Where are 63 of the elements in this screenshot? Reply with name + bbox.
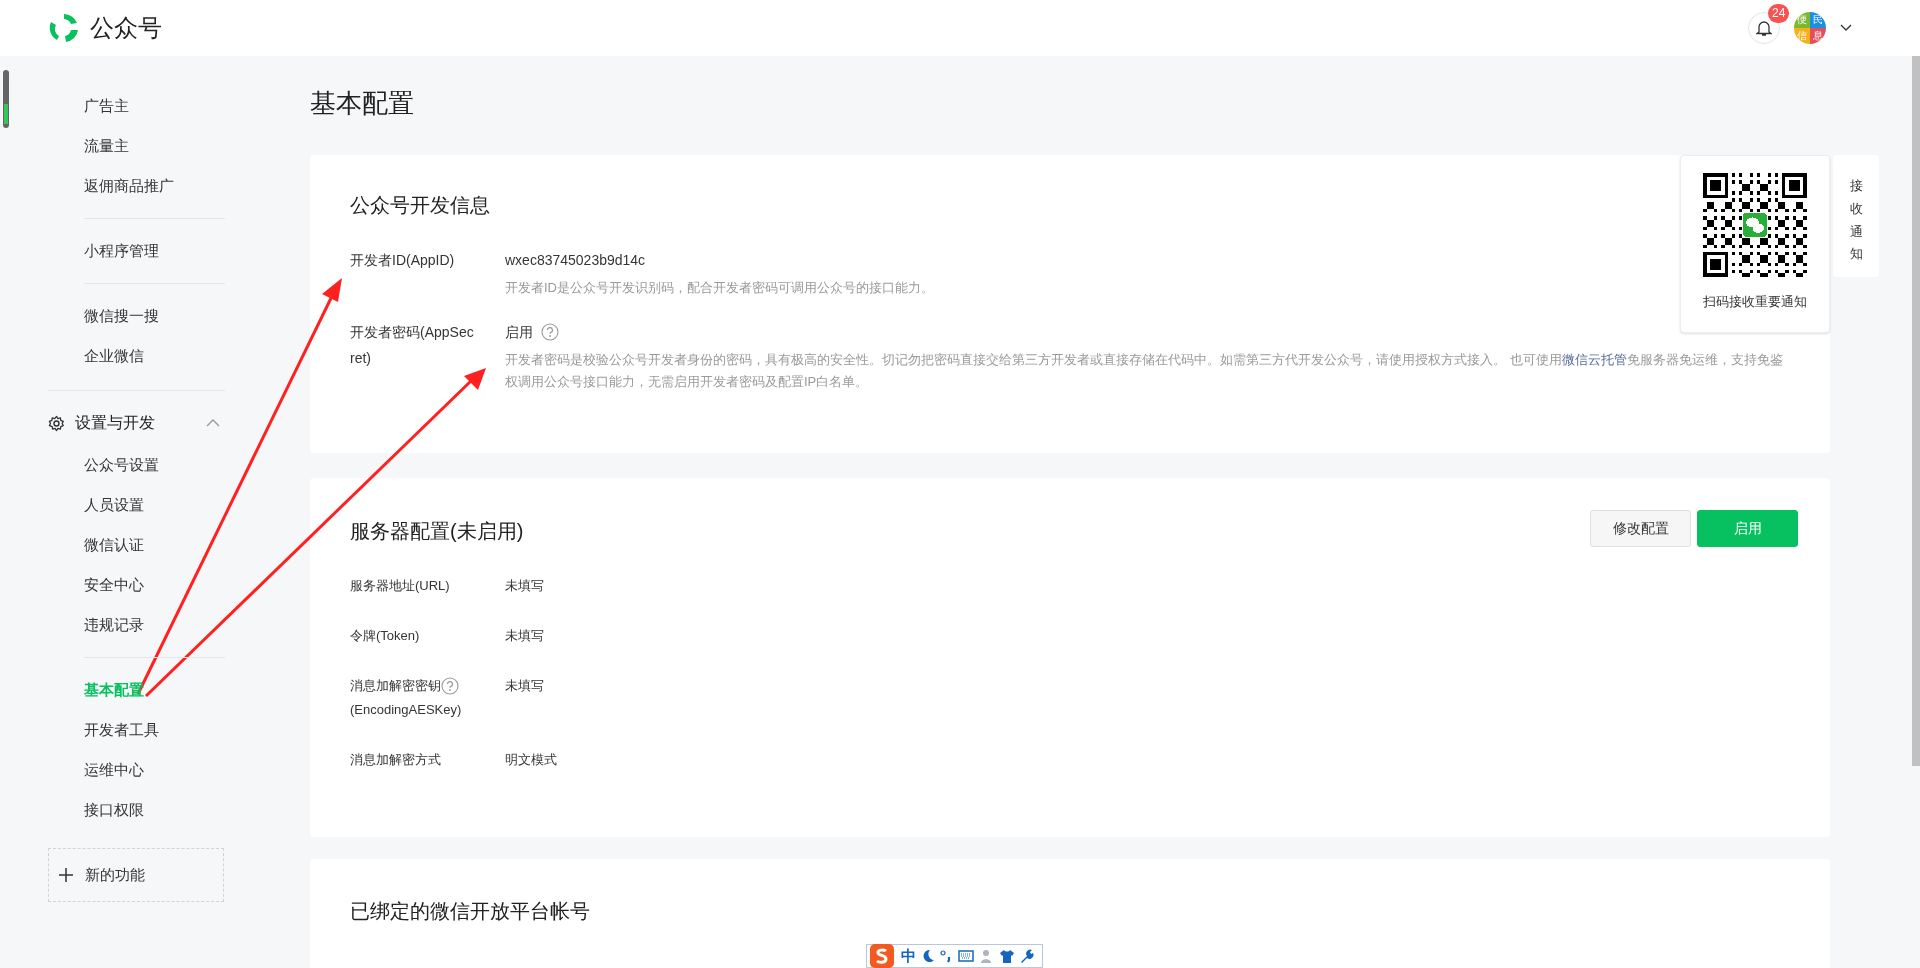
moon-icon bbox=[922, 949, 934, 963]
sidebar-item[interactable]: 公众号设置 bbox=[84, 453, 159, 477]
keyboard-icon bbox=[958, 950, 974, 962]
field-value: 未填写 bbox=[505, 577, 544, 595]
avatar-character: 便 bbox=[1794, 12, 1810, 28]
field-description: 开发者密码是校验公众号开发者身份的密码，具有极高的安全性。切记勿把密码直接交给第三方开发者或直接存储在代码中。如需第三方代开发公众号，请使用授权方式接入。 也可使用微信云托管免服务器免运维，支持免鉴权调用公众号接口能力，无需启用开发者密码及配置IP白名单。 bbox=[505, 351, 1784, 391]
input-mode-label: 中 bbox=[901, 945, 916, 966]
field-label: 开发者ID(AppID) bbox=[350, 251, 456, 270]
app-title: 公众号 bbox=[90, 13, 162, 43]
qr-caption: 扫码接收重要通知 bbox=[1703, 293, 1807, 311]
field-value: 明文模式 bbox=[505, 751, 557, 769]
avatar-character: 民 bbox=[1810, 12, 1826, 28]
field-label: 开发者密码(AppSecret) bbox=[350, 323, 475, 368]
avatar-character: 信 bbox=[1794, 28, 1810, 44]
sidebar-section-header[interactable]: 设置与开发 bbox=[48, 401, 228, 445]
field-value: 启用 bbox=[505, 322, 533, 342]
field-label: 令牌(Token) bbox=[350, 627, 420, 645]
page-title: 基本配置 bbox=[310, 87, 415, 120]
sidebar-item[interactable]: 微信认证 bbox=[84, 533, 144, 557]
wrench-icon bbox=[1020, 949, 1034, 963]
notification-badge: 24 bbox=[1768, 4, 1790, 23]
field-description: 开发者ID是公众号开发识别码，配合开发者密码可调用公众号的接口能力。 bbox=[505, 279, 935, 297]
sidebar-item[interactable]: 违规记录 bbox=[84, 613, 144, 637]
scrollbar[interactable] bbox=[1912, 56, 1920, 766]
sidebar-item[interactable]: 小程序管理 bbox=[84, 239, 159, 263]
field-label: 服务器地址(URL) bbox=[350, 577, 450, 595]
field-label: (EncodingAESKey) bbox=[350, 701, 462, 719]
help-icon[interactable] bbox=[541, 323, 559, 341]
logo-icon bbox=[48, 12, 80, 44]
link[interactable]: 微信云托管 bbox=[1561, 352, 1627, 367]
sidebar-item[interactable]: 接口权限 bbox=[84, 798, 144, 822]
sidebar-item[interactable]: 微信搜一搜 bbox=[84, 304, 159, 328]
sidebar-item[interactable]: 返佣商品推广 bbox=[84, 174, 174, 198]
gear-icon bbox=[48, 414, 65, 432]
sidebar-item[interactable]: 企业微信 bbox=[84, 344, 144, 368]
config-button[interactable]: 修改配置 bbox=[1590, 510, 1691, 547]
field-value: 未填写 bbox=[505, 677, 544, 695]
section-title: 公众号开发信息 bbox=[350, 193, 491, 218]
avatar-character: 息 bbox=[1810, 28, 1826, 44]
field-value: wxec83745023b9d14c bbox=[505, 250, 646, 270]
punctuation-icon bbox=[940, 949, 952, 963]
avatar[interactable]: 便 民 信 息 bbox=[1794, 12, 1826, 44]
section-title: 已绑定的微信开放平台帐号 bbox=[350, 899, 591, 924]
sidebar-item[interactable]: 流量主 bbox=[84, 134, 129, 158]
field-value: 未填写 bbox=[505, 627, 544, 645]
field-label: 消息加解密方式 bbox=[350, 751, 441, 769]
person-icon bbox=[980, 949, 994, 963]
shirt-icon bbox=[1000, 949, 1014, 963]
sidebar-item[interactable]: 人员设置 bbox=[84, 493, 144, 517]
section-title: 服务器配置(未启用) bbox=[350, 519, 524, 544]
new-feature-button[interactable]: 新的功能 bbox=[48, 848, 224, 902]
ime-toolbar[interactable]: 中 bbox=[866, 944, 1043, 968]
help-icon[interactable] bbox=[441, 677, 459, 695]
scroll-indicator[interactable] bbox=[3, 70, 9, 128]
plus-icon bbox=[59, 868, 73, 882]
bell-icon bbox=[1756, 19, 1772, 37]
sidebar-item[interactable]: 运维中心 bbox=[84, 758, 144, 782]
sidebar-item[interactable]: 开发者工具 bbox=[84, 718, 159, 742]
field-label: 消息加解密密钥 bbox=[350, 677, 441, 695]
sidebar-item[interactable]: 安全中心 bbox=[84, 573, 144, 597]
chevron-down-icon[interactable] bbox=[1840, 24, 1852, 32]
sidebar-item[interactable]: 广告主 bbox=[84, 94, 129, 118]
notify-side-tab[interactable]: 接收通知 bbox=[1833, 155, 1879, 277]
